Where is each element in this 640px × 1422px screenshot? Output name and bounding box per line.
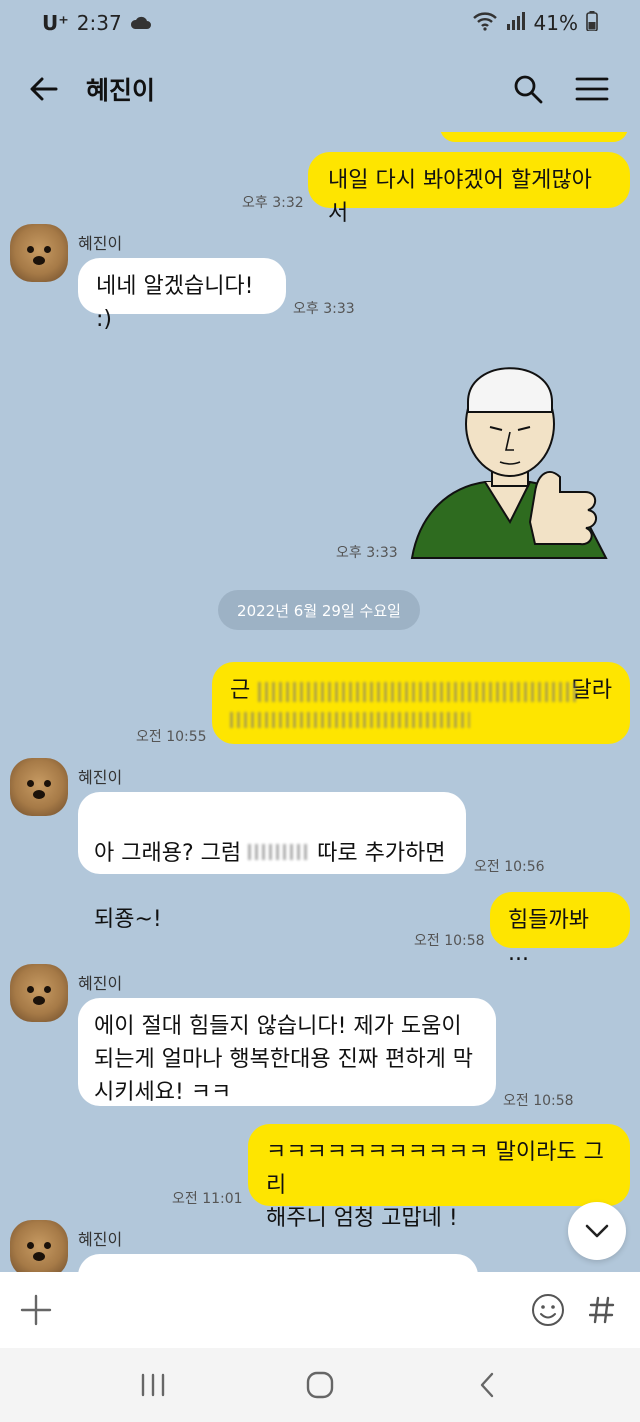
system-nav-bar bbox=[0, 1348, 640, 1422]
hashtag-search-button[interactable] bbox=[582, 1290, 622, 1330]
back-arrow-icon bbox=[30, 77, 58, 101]
message-time: 오후 3:33 bbox=[336, 545, 398, 561]
my-message-bubble[interactable]: 힘들까봐 ... bbox=[490, 892, 630, 966]
obscured-text bbox=[248, 844, 311, 860]
sender-name: 혜진이 bbox=[78, 974, 123, 993]
home-button[interactable] bbox=[290, 1355, 350, 1415]
message-text-start: 근 bbox=[230, 678, 251, 703]
cloud-icon bbox=[130, 11, 152, 35]
message-time: 오전 10:56 bbox=[474, 859, 545, 875]
sender-name: 혜진이 bbox=[78, 768, 123, 787]
smiley-icon bbox=[532, 1294, 564, 1326]
back-chevron-icon bbox=[480, 1372, 493, 1398]
other-message-bubble[interactable]: 아 그래용? 그럼 따로 추가하면 되죵~! bbox=[78, 792, 466, 932]
signal-icon bbox=[506, 11, 526, 35]
wifi-icon bbox=[472, 11, 498, 36]
message-input-bar bbox=[0, 1272, 640, 1348]
avatar[interactable] bbox=[10, 224, 68, 282]
avatar[interactable] bbox=[10, 1220, 68, 1272]
message-text: 따로 추가하면 bbox=[310, 841, 446, 866]
my-message-bubble[interactable]: 내일 다시 봐야겠어 할게많아서 bbox=[308, 152, 630, 226]
other-message-bubble[interactable]: 에이 절대 힘들지 않습니다! 제가 도움이 되는게 얼마나 행복한대용 진짜 … bbox=[78, 998, 496, 1106]
carrier-label: U⁺ bbox=[42, 11, 69, 35]
message-time: 오전 10:58 bbox=[414, 933, 485, 949]
status-bar: U⁺ 2:37 41% bbox=[0, 0, 640, 46]
message-text: 아 그래용? 그럼 bbox=[94, 841, 249, 866]
plus-icon bbox=[20, 1294, 52, 1326]
message-time: 오전 10:55 bbox=[136, 729, 207, 745]
other-message-bubble[interactable] bbox=[78, 1254, 478, 1272]
emoticon-button[interactable] bbox=[528, 1290, 568, 1330]
hash-icon bbox=[589, 1296, 615, 1324]
message-text: 되죵~! bbox=[94, 907, 162, 932]
obscured-text bbox=[258, 682, 578, 702]
message-time: 오전 11:01 bbox=[172, 1191, 243, 1207]
scroll-to-bottom-button[interactable] bbox=[568, 1202, 626, 1260]
my-message-bubble[interactable]: 근 달라 bbox=[212, 662, 630, 744]
other-message-bubble[interactable]: 네네 알겠습니다! :) bbox=[78, 258, 286, 332]
obscured-text bbox=[230, 712, 470, 728]
home-icon bbox=[306, 1371, 334, 1399]
date-divider: 2022년 6월 29일 수요일 bbox=[218, 590, 420, 630]
battery-icon bbox=[586, 10, 598, 36]
previous-message-bubble[interactable] bbox=[440, 132, 628, 142]
hamburger-menu-icon bbox=[575, 77, 609, 101]
thumbs-up-man-sticker[interactable] bbox=[410, 332, 610, 560]
message-input[interactable] bbox=[70, 1288, 498, 1332]
avatar[interactable] bbox=[10, 964, 68, 1022]
chat-title: 혜진이 bbox=[86, 76, 156, 105]
recent-apps-button[interactable] bbox=[123, 1355, 183, 1415]
chat-header: 혜진이 bbox=[0, 46, 640, 132]
avatar[interactable] bbox=[10, 758, 68, 816]
system-back-button[interactable] bbox=[457, 1355, 517, 1415]
recent-apps-icon bbox=[142, 1373, 165, 1397]
chevron-down-icon bbox=[585, 1224, 609, 1238]
attach-button[interactable] bbox=[18, 1292, 54, 1328]
back-button[interactable] bbox=[22, 67, 66, 111]
my-message-bubble[interactable]: ㅋㅋㅋㅋㅋㅋㅋㅋㅋㅋㅋ 말이라도 그리 해주니 엄청 고맙네 ! bbox=[248, 1124, 630, 1231]
chat-message-list[interactable]: 내일 다시 봐야겠어 할게많아서 오후 3:32 혜진이 네네 알겠습니다! :… bbox=[0, 132, 640, 1272]
message-time: 오후 3:33 bbox=[293, 301, 355, 317]
message-time: 오전 10:58 bbox=[503, 1093, 574, 1109]
status-time: 2:37 bbox=[76, 11, 122, 35]
sender-name: 혜진이 bbox=[78, 1230, 123, 1249]
battery-percent: 41% bbox=[533, 11, 578, 35]
menu-button[interactable] bbox=[566, 63, 618, 115]
search-icon bbox=[514, 75, 543, 104]
search-button[interactable] bbox=[502, 63, 554, 115]
message-time: 오후 3:32 bbox=[242, 195, 304, 211]
sender-name: 혜진이 bbox=[78, 234, 123, 253]
